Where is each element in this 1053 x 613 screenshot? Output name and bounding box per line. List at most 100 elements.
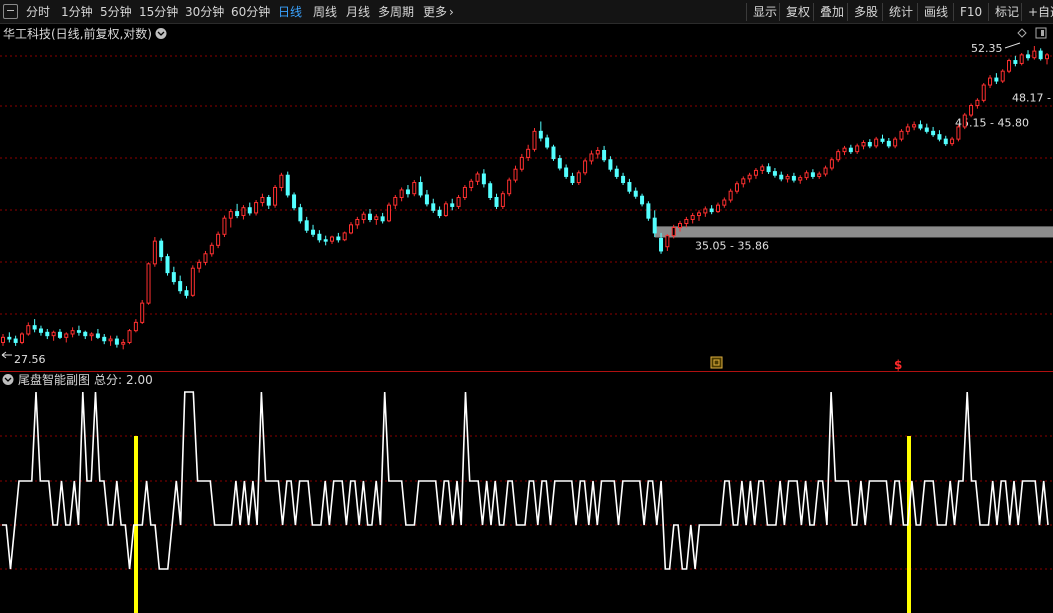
candle-down-body	[418, 182, 423, 196]
candle-down-body	[7, 336, 12, 340]
candle-up-body	[728, 190, 733, 201]
zone-bar	[654, 226, 1053, 238]
period-tab-30min[interactable]: 30分钟	[185, 5, 224, 19]
candle	[760, 164, 765, 175]
period-tab-daily[interactable]: 日线	[278, 5, 302, 19]
candle-up-body	[412, 182, 417, 195]
candle-up-body	[386, 204, 391, 222]
period-tab-5min[interactable]: 5分钟	[100, 5, 132, 19]
multi-stock-button[interactable]: 多股	[847, 3, 878, 21]
candle-down-body	[494, 196, 499, 207]
candle-up-body	[1032, 50, 1037, 59]
chevron-right-icon: ›	[449, 5, 454, 19]
title-chevron-down-icon[interactable]	[155, 28, 167, 39]
overlay-button[interactable]: 叠加	[813, 3, 844, 21]
candle	[886, 138, 891, 149]
period-tab-weekly[interactable]: 周线	[313, 5, 337, 19]
candle	[608, 156, 613, 172]
candle	[1038, 48, 1043, 61]
candle	[254, 200, 259, 216]
period-tab-1min[interactable]: 1分钟	[61, 5, 93, 19]
panel-collapse-button[interactable]	[3, 4, 18, 19]
candle	[583, 158, 588, 176]
candle	[456, 194, 461, 210]
candle-up-body	[741, 178, 746, 185]
candle-up-body	[899, 130, 904, 140]
candle	[905, 123, 910, 135]
candle-down-body	[551, 146, 556, 160]
period-tab-multi[interactable]: 多周期	[378, 5, 414, 19]
kline-chart[interactable]: 35.05 - 35.8645.15 - 45.8048.17 - 华工科技(日…	[0, 24, 1053, 613]
candle	[912, 121, 917, 131]
candle	[918, 120, 923, 131]
window-toggle-icon[interactable]	[1035, 27, 1047, 39]
candle	[386, 202, 391, 223]
period-tab-60min[interactable]: 60分钟	[231, 5, 270, 19]
candle-down-body	[779, 174, 784, 180]
add-watchlist-button[interactable]: +自选	[1021, 3, 1053, 21]
candle-down-body	[247, 207, 252, 214]
candle	[589, 150, 594, 165]
candle	[197, 259, 202, 273]
candle-up-body	[127, 330, 132, 343]
candle	[481, 169, 486, 188]
candle-up-body	[260, 196, 265, 204]
candle	[969, 103, 974, 118]
candle	[216, 231, 221, 249]
candle-up-body	[254, 202, 259, 214]
candle-up-body	[209, 244, 214, 255]
candle	[538, 121, 543, 142]
candle-down-body	[564, 167, 569, 177]
candle	[228, 209, 233, 228]
candle-up-body	[330, 236, 335, 242]
candle-down-body	[336, 236, 341, 241]
period-tab-timeshare[interactable]: 分时	[26, 5, 50, 19]
candle	[709, 205, 714, 215]
period-tab-more[interactable]: 更多 ›	[423, 5, 454, 19]
candle-down-body	[95, 333, 100, 338]
candle-down-body	[621, 175, 626, 184]
candle	[159, 238, 164, 261]
f10-button[interactable]: F10	[953, 3, 982, 21]
candle-down-body	[298, 207, 303, 222]
candle-up-body	[443, 203, 448, 217]
candle-up-body	[734, 183, 739, 192]
period-tab-15min[interactable]: 15分钟	[139, 5, 178, 19]
candle-down-body	[557, 158, 562, 169]
candle-up-body	[19, 333, 24, 343]
candle	[842, 145, 847, 156]
mark-button[interactable]: 标记	[988, 3, 1019, 21]
candle	[19, 332, 24, 345]
draw-line-button[interactable]: 画线	[917, 3, 948, 21]
candle-up-body	[962, 114, 967, 128]
candle-up-body	[905, 126, 910, 132]
diamond-icon[interactable]	[1017, 28, 1027, 38]
candle	[988, 75, 993, 89]
support-zones: 35.05 - 35.8645.15 - 45.8048.17 -	[654, 91, 1053, 252]
display-button[interactable]: 显示	[746, 3, 777, 21]
event-marker-icon[interactable]	[710, 356, 723, 369]
candle	[728, 188, 733, 203]
candle	[450, 198, 455, 211]
candle	[279, 172, 284, 192]
candle	[184, 286, 189, 299]
adjust-rights-button[interactable]: 复权	[779, 3, 810, 21]
candle-up-body	[475, 173, 480, 182]
period-tab-monthly[interactable]: 月线	[346, 5, 370, 19]
sub-chevron-down-icon[interactable]	[2, 374, 14, 385]
candle-up-body	[950, 138, 955, 145]
candle	[45, 328, 50, 340]
candle-up-body	[678, 222, 683, 229]
candle	[994, 73, 999, 85]
candle	[1026, 50, 1031, 61]
candle	[703, 206, 708, 217]
candle-up-body	[241, 207, 246, 217]
candle	[405, 184, 410, 198]
candle-down-body	[405, 189, 410, 195]
candle	[437, 206, 442, 219]
candle	[76, 325, 81, 336]
statistics-button[interactable]: 统计	[882, 3, 913, 21]
candle	[507, 177, 512, 197]
candle	[380, 212, 385, 224]
candle	[924, 123, 929, 134]
